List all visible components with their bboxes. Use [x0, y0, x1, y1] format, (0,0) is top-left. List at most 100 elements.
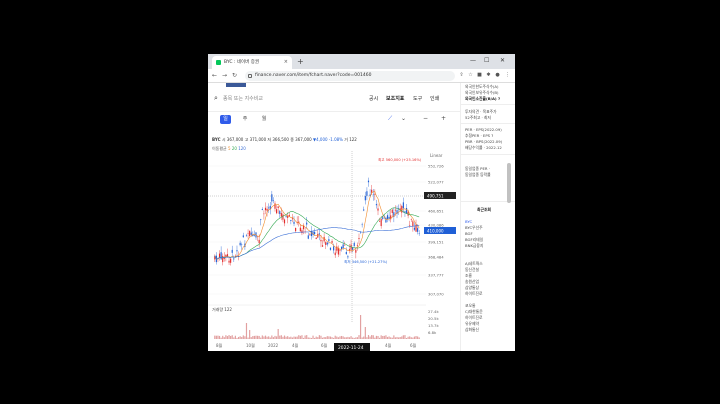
volume-bar — [374, 337, 376, 339]
maximize-button[interactable]: ☐ — [484, 55, 489, 67]
recent-item[interactable]: BYC — [465, 219, 472, 224]
reload-icon[interactable]: ↻ — [232, 71, 237, 81]
recent-item[interactable]: BNK금융지 — [465, 243, 483, 249]
candle-body — [417, 228, 419, 232]
volume-bar — [386, 336, 389, 339]
candle-body — [299, 227, 301, 232]
volume-bar — [396, 336, 398, 339]
candle-body — [239, 242, 241, 246]
high-value: 371,000 — [249, 137, 267, 142]
menu-disclosure[interactable]: 공시 — [369, 95, 378, 102]
scale-label[interactable]: Linear — [430, 153, 443, 158]
menu-indicators[interactable]: 보조지표 — [386, 95, 404, 102]
menu-print[interactable]: 인쇄 — [430, 95, 439, 102]
date-tick: 6월 — [321, 342, 328, 348]
candle-body — [274, 203, 276, 209]
volume-bar — [382, 335, 384, 339]
volume-bar — [277, 329, 279, 339]
volume-bar — [367, 335, 370, 339]
back-arrow-icon[interactable]: ← — [212, 71, 217, 81]
related-item[interactable]: 삼화통신 — [465, 327, 479, 333]
volume-value: 122 — [349, 137, 357, 142]
candle-body — [386, 215, 389, 220]
naver-favicon-icon — [216, 60, 221, 65]
profile-icon[interactable]: ● — [494, 72, 501, 79]
volume-bar — [293, 336, 295, 339]
recent-item[interactable]: BGF — [465, 231, 473, 236]
volume-bar — [334, 335, 336, 339]
zoom-in-icon[interactable]: + — [441, 115, 446, 122]
zoom-out-icon[interactable]: − — [423, 115, 428, 122]
candle-body — [290, 220, 292, 222]
volume-bar — [306, 335, 308, 339]
volume-bar — [317, 337, 319, 339]
candle-body — [410, 219, 412, 220]
period-day-button[interactable]: 일 — [220, 115, 231, 124]
candle-body — [315, 237, 317, 240]
volume-bar — [323, 337, 325, 339]
share-icon[interactable]: ⇪ — [458, 72, 465, 79]
new-tab-button[interactable]: + — [297, 56, 304, 67]
volume-bar — [225, 335, 227, 339]
sb-divider — [461, 104, 515, 105]
chevron-down-icon[interactable]: ⌄ — [401, 115, 406, 122]
volume-bar — [409, 336, 411, 339]
volume-bar — [228, 335, 230, 339]
candle-body — [347, 256, 349, 258]
volume-bar — [418, 337, 420, 339]
candle-body — [249, 230, 251, 237]
candle-body — [355, 249, 357, 253]
volume-bar — [321, 337, 324, 339]
volume-bar — [342, 336, 344, 339]
volume-bar — [223, 337, 225, 339]
volume-bar — [307, 337, 309, 339]
candle-body — [253, 235, 255, 236]
volume-bar — [296, 336, 298, 339]
candle-body — [283, 219, 286, 224]
search-icon[interactable]: ⌕ — [214, 94, 218, 103]
forward-arrow-icon[interactable]: → — [222, 71, 227, 81]
related-item[interactable]: 하이트진로 — [465, 291, 482, 297]
bookmark-star-icon[interactable]: ☆ — [467, 72, 474, 79]
volume-bar — [328, 336, 330, 339]
sidebar-scrollbar[interactable] — [507, 163, 511, 203]
volume-bar — [218, 335, 221, 339]
max-annotation: 최고 560,000 (+25.16%) — [378, 157, 422, 162]
volume-bar — [263, 336, 265, 339]
volume-bar — [398, 337, 400, 339]
volume-bar — [299, 335, 301, 339]
extension-icon[interactable]: ■ — [476, 72, 483, 79]
top-tab-indicator — [226, 83, 246, 87]
candle-body — [226, 254, 229, 257]
candle-body — [334, 252, 336, 256]
period-month-button[interactable]: 월 — [259, 115, 269, 124]
menu-tools[interactable]: 도구 — [413, 95, 422, 102]
candle-body — [326, 242, 328, 245]
candle-body — [321, 245, 324, 247]
volume-bar — [236, 337, 238, 339]
price-tick: 460,651 — [428, 209, 444, 214]
minimize-button[interactable]: — — [470, 55, 476, 67]
compare-search-input[interactable]: 종목 또는 지수비교 — [223, 95, 263, 102]
period-week-button[interactable]: 주 — [240, 115, 250, 124]
browser-tab[interactable]: BYC : 네이버 증권 × — [212, 56, 292, 69]
tab-close-icon[interactable]: × — [284, 56, 288, 69]
draw-tool-icon[interactable]: ⟋ — [388, 115, 392, 123]
volume-bar — [256, 335, 259, 339]
volume-bar — [391, 337, 393, 339]
candle-body — [333, 246, 335, 251]
volume-axis: 27.4k 20.5k 13.7k 6.8k — [428, 309, 439, 335]
puzzle-icon[interactable]: ✱ — [485, 72, 492, 79]
price-chart[interactable]: Linear 552,726 522,077 460,651 430,086 399,1… — [208, 151, 460, 351]
volume-bar — [325, 337, 327, 339]
volume-bar — [410, 337, 412, 339]
close-window-button[interactable]: ✕ — [500, 55, 505, 67]
candle-body — [320, 239, 322, 242]
url-bar[interactable]: finance.naver.com/item/fchart.naver?code… — [245, 71, 455, 81]
date-tick: 8월 — [216, 342, 223, 348]
kebab-menu-icon[interactable]: ⋮ — [504, 72, 511, 79]
volume-bar — [230, 335, 232, 339]
candle-body — [263, 213, 265, 215]
volume-bar — [344, 337, 346, 339]
sb-52week: 52주최고 · 최저 — [465, 115, 491, 120]
